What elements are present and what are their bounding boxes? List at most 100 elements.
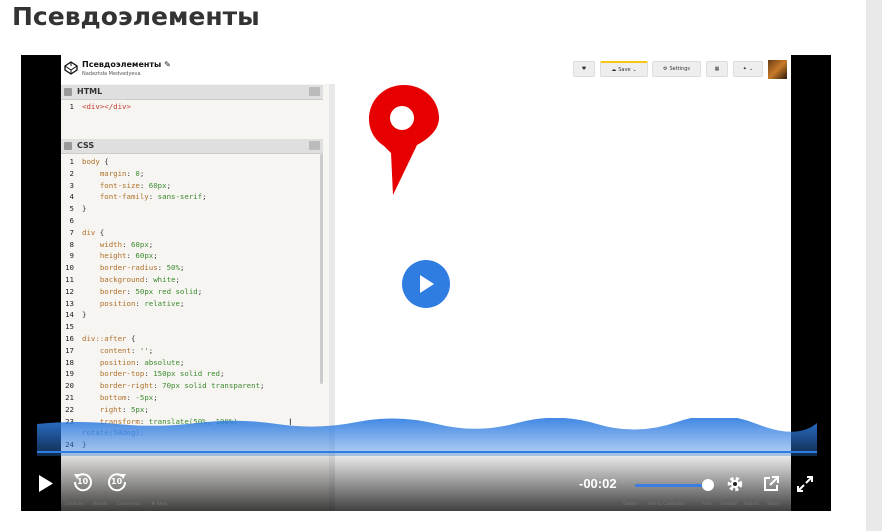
comments-tab[interactable]: Comments [117,502,141,507]
gear-icon[interactable] [726,475,744,493]
html-panel-label: HTML [77,87,103,96]
css-code-line[interactable]: 11 background: white; [61,274,323,286]
code-text: } [82,204,87,214]
line-number: 16 [65,333,74,343]
editor-scrollbar[interactable] [320,154,323,384]
fork-button[interactable]: Fork [702,502,712,507]
line-number: 12 [65,286,74,296]
css-code-line[interactable]: 21 bottom: -5px; [61,392,323,404]
rewind-10-button[interactable]: 10 [72,471,94,493]
pen-title[interactable]: Псевдоэлементы ✎ [82,60,171,69]
gear-icon[interactable] [64,88,72,96]
export-button[interactable]: Export [744,502,759,507]
css-code-line[interactable]: 8 width: 60px; [61,239,323,251]
console-tab[interactable]: Console [65,502,83,507]
css-code-line[interactable]: 19 border-top: 150px solid red; [61,368,323,380]
chevron-down-icon[interactable] [309,87,320,96]
code-text: margin: 0; [99,168,145,178]
play-icon[interactable] [38,474,54,493]
code-text: } [82,310,87,320]
delete-button[interactable]: Delete [623,502,638,507]
keys-tab[interactable]: ⌘ Keys [151,502,167,507]
layout-button[interactable]: ▦ [706,61,728,77]
line-number: 18 [65,357,74,367]
play-icon [420,275,434,293]
css-code-line[interactable]: 1 body { [61,156,323,168]
chevron-down-icon: ⌄ [749,66,754,72]
line-number: 7 [69,227,74,237]
css-code-line[interactable]: 4 font-family: sans-serif; [61,191,323,203]
line-number: 8 [69,239,74,249]
code-text: div { [82,227,105,237]
css-code-line[interactable]: 9 height: 60px; [61,250,323,262]
cloud-icon: ☁ [611,66,617,73]
code-text: border: 50px red solid; [99,286,203,296]
line-number: 21 [65,392,74,402]
css-code-line[interactable]: 10 border-radius: 50%; [61,262,323,274]
assets-tab[interactable]: Assets [93,502,108,507]
css-code-line[interactable]: 18 position: absolute; [61,357,323,369]
popout-icon[interactable] [762,475,780,493]
fullscreen-icon[interactable] [796,475,814,493]
css-code-line[interactable]: 14} [61,309,323,321]
css-code-line[interactable]: 2 margin: 0; [61,168,323,180]
css-code-line[interactable]: 13 position: relative; [61,298,323,310]
code-text: border-top: 150px solid red; [99,369,225,379]
page-scrollbar[interactable] [866,0,882,531]
code-text: font-size: 60px; [99,180,172,190]
css-code-line[interactable]: 15 [61,321,323,333]
line-number: 11 [65,274,74,284]
share-button[interactable]: Share [767,502,780,507]
embed-button[interactable]: Embed [721,502,737,507]
html-panel-header: HTML [61,85,323,100]
css-code-line[interactable]: 3 font-size: 60px; [61,180,323,192]
line-number: 14 [65,310,74,320]
css-code-line[interactable]: 6 [61,215,323,227]
line-number: 5 [69,204,74,214]
pen-author[interactable]: Nadezhda Medvedyeva [82,71,141,77]
volume-slider[interactable] [635,484,708,487]
code-text: font-family: sans-serif; [99,192,207,202]
avatar[interactable] [768,60,787,79]
heart-icon: ♥ [581,66,587,72]
code-text: position: relative; [99,298,185,308]
time-remaining: -00:02 [579,476,617,491]
video-player[interactable]: Псевдоэлементы ✎ Nadezhda Medvedyeva ♥ ☁… [21,55,831,511]
css-code-line[interactable]: 20 border-right: 70px solid transparent; [61,380,323,392]
settings-button[interactable]: ⚙ Settings [652,61,701,77]
codepen-footer: Console Assets Comments ⌘ Keys Delete Ad… [61,499,791,511]
line-number: 3 [69,180,74,190]
css-code-line[interactable]: 7 div { [61,227,323,239]
chevron-down-icon[interactable] [309,141,320,150]
heart-button[interactable]: ♥ [573,61,595,77]
pencil-icon[interactable]: ✎ [164,60,171,69]
css-code-line[interactable]: 12 border: 50px red solid; [61,286,323,298]
code-text: position: absolute; [99,357,185,367]
line-number: 2 [69,168,74,178]
volume-handle[interactable] [702,479,714,491]
code-text: background: white; [99,274,180,284]
line-number: 6 [69,215,74,225]
gear-icon[interactable] [64,142,72,150]
css-code-line[interactable]: 5} [61,203,323,215]
css-code-line[interactable]: 17 content: ''; [61,345,323,357]
codepen-header: Псевдоэлементы ✎ Nadezhda Medvedyeva ♥ ☁… [61,55,791,85]
html-code[interactable]: 1 <div></div> [61,101,323,113]
css-code[interactable]: 1 body {2 margin: 0; 3 font-size: 60px; 4 f… [61,156,323,451]
code-text: right: 5px; [99,404,149,414]
save-button[interactable]: ☁ Save ⌄ [600,61,648,77]
code-text: width: 60px; [99,239,154,249]
line-number: 22 [65,404,74,414]
add-to-collection-button[interactable]: Add to Collection [647,502,685,507]
forward-10-button[interactable]: 10 [106,471,128,493]
pin-button[interactable]: ✦ ⌄ [733,61,763,77]
line-number: 17 [65,345,74,355]
line-number: 1 [69,157,74,166]
css-panel-header: CSS [61,139,323,154]
css-code-line[interactable]: 22 right: 5px; [61,404,323,416]
html-code-line[interactable]: 1 <div></div> [61,101,323,113]
css-code-line[interactable]: 16 div::after { [61,333,323,345]
play-button[interactable] [402,260,450,308]
code-text: bottom: -5px; [99,392,158,402]
code-text: <div></div> [82,102,131,111]
